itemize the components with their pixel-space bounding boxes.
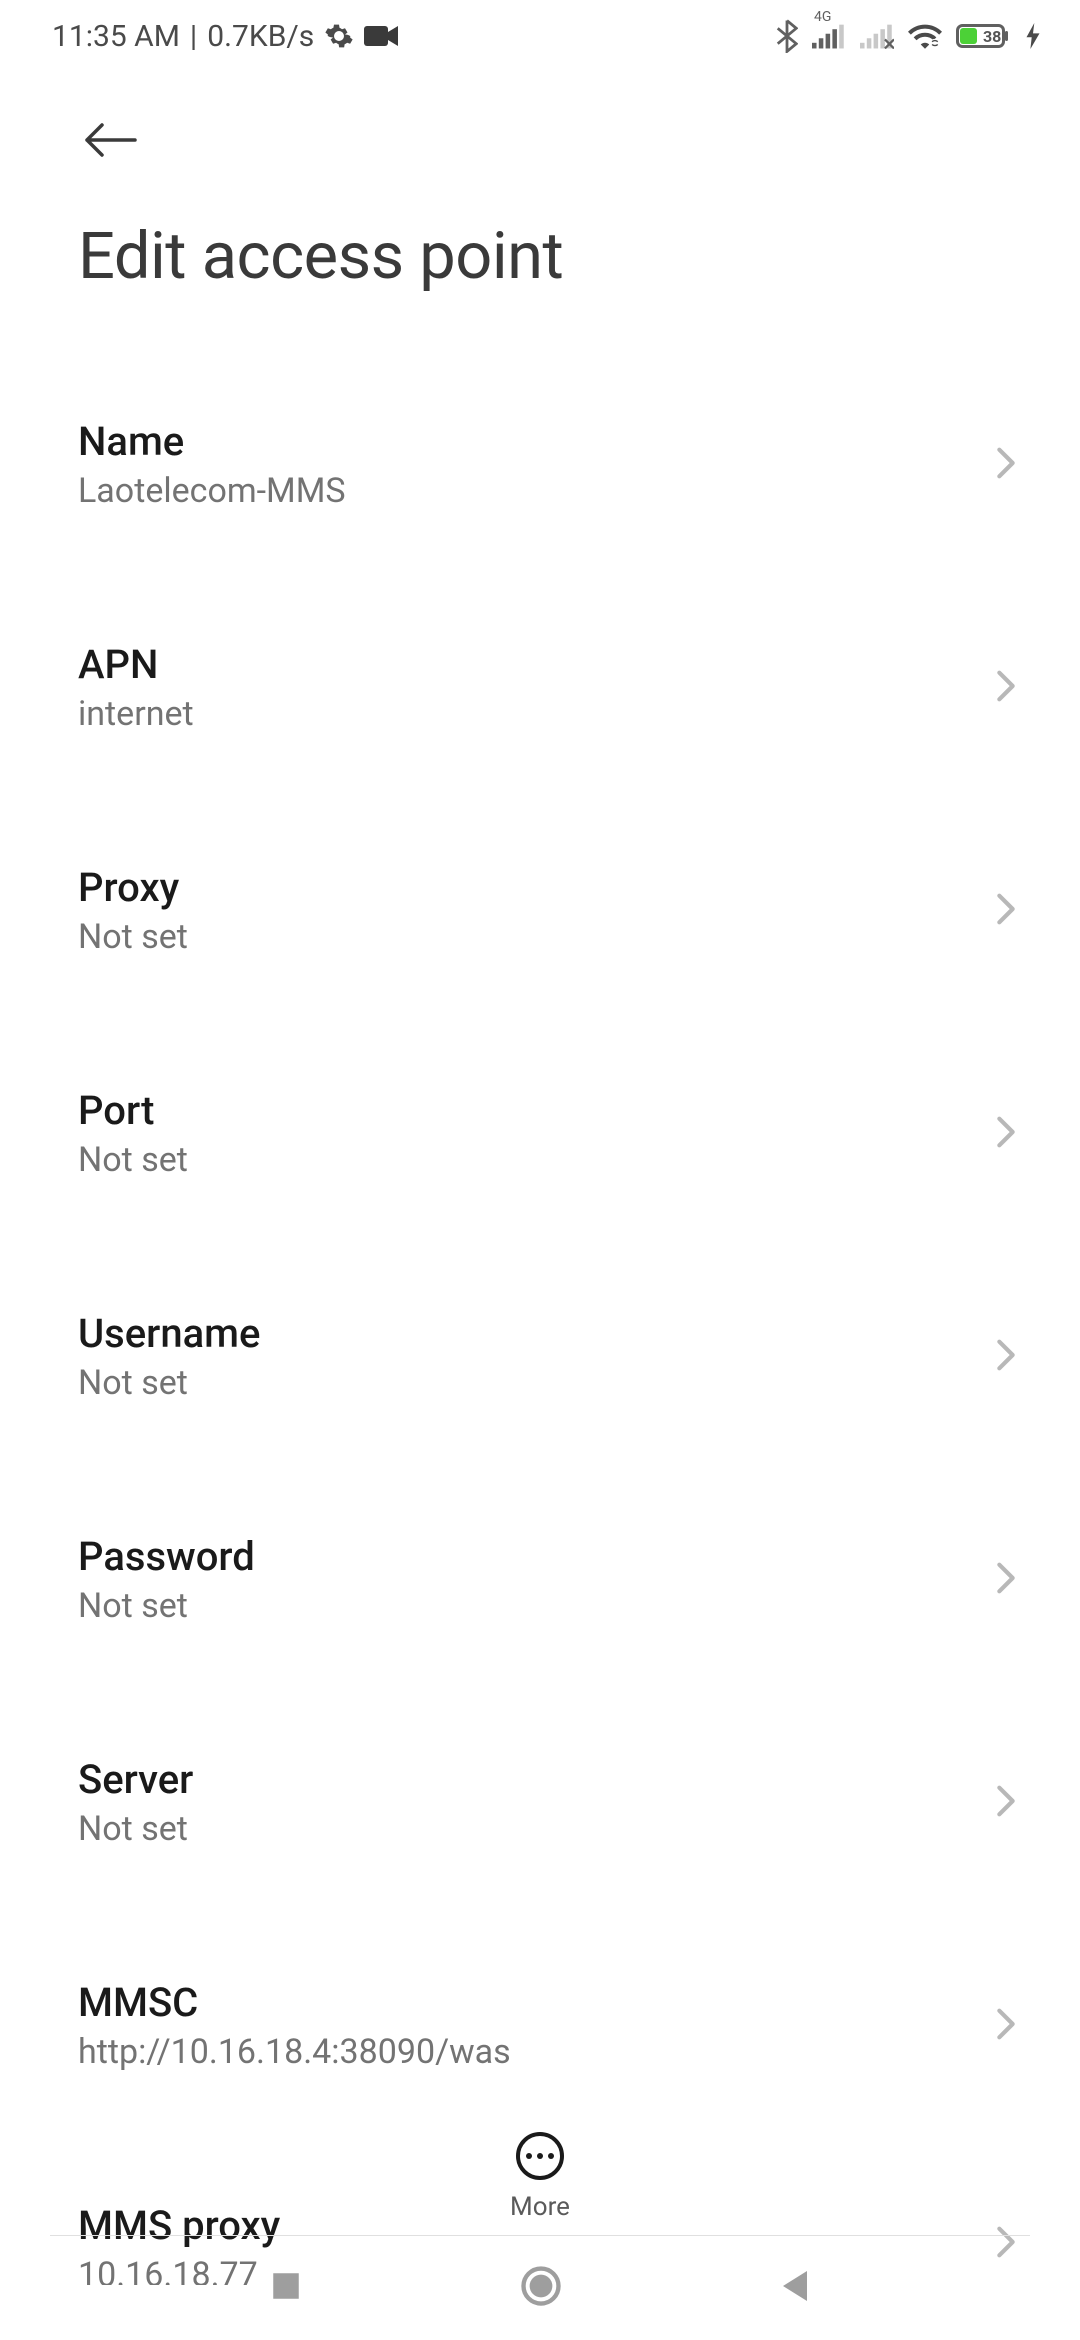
row-mmsc[interactable]: MMSC http://10.16.18.4:38090/was [78, 1943, 1024, 2108]
arrow-left-icon [81, 121, 139, 159]
settings-gear-icon [324, 21, 354, 51]
nav-recents-button[interactable] [269, 2269, 303, 2307]
row-value: internet [78, 694, 194, 734]
row-label: Password [78, 1533, 255, 1580]
square-icon [269, 2269, 303, 2303]
signal-1-icon: 4G [812, 23, 846, 49]
row-value: Not set [78, 917, 188, 957]
row-password[interactable]: Password Not set [78, 1497, 1024, 1662]
row-value: Not set [78, 1363, 260, 1403]
row-label: Proxy [78, 864, 188, 911]
row-label: Port [78, 1087, 188, 1134]
page-title: Edit access point [0, 162, 1080, 294]
more-dots-icon [516, 2132, 564, 2180]
nav-back-button[interactable] [779, 2268, 811, 2308]
battery-icon: 38 [956, 22, 1012, 50]
system-nav-bar [0, 2236, 1080, 2340]
status-time: 11:35 AM [52, 19, 180, 54]
circle-icon [520, 2265, 562, 2307]
row-label: Server [78, 1756, 193, 1803]
row-value: http://10.16.18.4:38090/was [78, 2032, 511, 2072]
chevron-right-icon [996, 2007, 1016, 2045]
bluetooth-icon [776, 19, 798, 53]
more-button[interactable]: More [510, 2132, 570, 2222]
back-button[interactable] [78, 118, 142, 162]
row-apn[interactable]: APN internet [78, 605, 1024, 770]
row-value: Not set [78, 1586, 255, 1626]
row-value: Not set [78, 1140, 188, 1180]
wifi-icon [908, 23, 942, 49]
svg-text:38: 38 [983, 27, 1001, 46]
more-label: More [510, 2192, 570, 2222]
chevron-right-icon [996, 1338, 1016, 1376]
triangle-left-icon [779, 2268, 811, 2304]
chevron-right-icon [996, 669, 1016, 707]
row-port[interactable]: Port Not set [78, 1051, 1024, 1216]
status-speed: 0.7KB/s [207, 19, 314, 54]
chevron-right-icon [996, 446, 1016, 484]
nav-home-button[interactable] [520, 2265, 562, 2311]
bottom-action-bar: More [0, 2132, 1080, 2222]
chevron-right-icon [996, 1115, 1016, 1153]
row-label: Name [78, 418, 346, 465]
status-divider: | [190, 19, 197, 54]
chevron-right-icon [996, 1561, 1016, 1599]
row-value: Not set [78, 1809, 193, 1849]
row-server[interactable]: Server Not set [78, 1720, 1024, 1885]
signal-2-icon [860, 23, 894, 49]
charging-icon [1026, 23, 1040, 49]
chevron-right-icon [996, 892, 1016, 930]
settings-list: Name Laotelecom-MMS APN internet Proxy Not … [0, 294, 1080, 2285]
video-camera-icon [364, 24, 398, 48]
row-name[interactable]: Name Laotelecom-MMS [78, 382, 1024, 547]
row-label: MMSC [78, 1979, 511, 2026]
row-label: APN [78, 641, 194, 688]
status-bar: 11:35 AM | 0.7KB/s 4G 38 [0, 0, 1080, 72]
row-username[interactable]: Username Not set [78, 1274, 1024, 1439]
row-label: Username [78, 1310, 260, 1357]
chevron-right-icon [996, 1784, 1016, 1822]
row-value: Laotelecom-MMS [78, 471, 346, 511]
row-proxy[interactable]: Proxy Not set [78, 828, 1024, 993]
